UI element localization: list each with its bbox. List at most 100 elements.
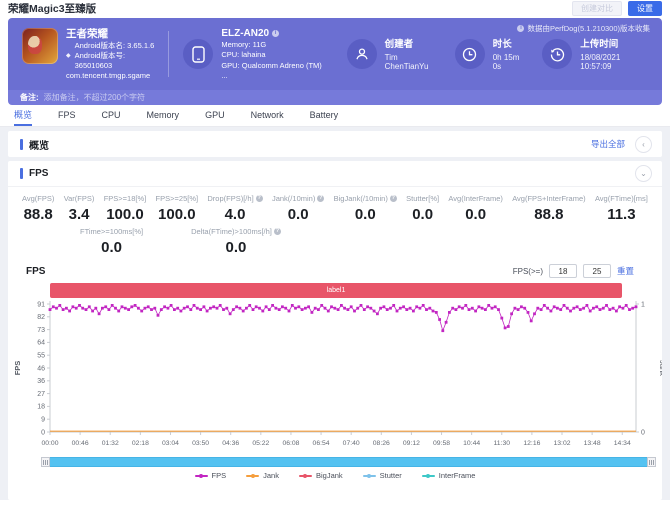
overview-title: 概览	[29, 137, 49, 152]
fps-chart[interactable]: 0918273646556473829101FPSJank00:0000:460…	[8, 298, 662, 456]
svg-text:00:00: 00:00	[41, 440, 58, 447]
legend-marker	[422, 475, 435, 477]
svg-text:07:40: 07:40	[343, 440, 360, 447]
svg-text:18: 18	[37, 404, 45, 411]
svg-text:0: 0	[41, 429, 45, 436]
stat-delta-ftime-100ms-h-: Delta(FTime)>100ms[/h]?0.0	[191, 227, 281, 256]
help-icon[interactable]: ?	[317, 195, 324, 202]
version-icon: ◆	[66, 51, 71, 61]
stat-label: Avg(FPS)	[22, 194, 54, 203]
help-icon[interactable]: ?	[274, 228, 281, 235]
notes-label: 备注:	[20, 92, 39, 103]
app-name: 王者荣耀	[66, 28, 164, 41]
fps-threshold-input-2[interactable]	[583, 264, 611, 278]
legend-item-jank[interactable]: Jank	[246, 471, 279, 480]
stat-label: Stutter[%]	[406, 194, 439, 203]
help-icon[interactable]: ?	[256, 195, 263, 202]
help-icon[interactable]: ?	[390, 195, 397, 202]
stat-value: 0.0	[288, 206, 309, 223]
svg-text:03:50: 03:50	[192, 440, 209, 447]
chart-title: FPS	[26, 266, 45, 277]
app-version-code: Android版本号: 365010603	[75, 51, 165, 71]
stat-fps-18-: FPS>=18[%]100.0	[104, 194, 147, 223]
legend-label: BigJank	[316, 471, 343, 480]
creator-info: 创建者 Tim ChenTianYu	[347, 38, 439, 71]
stat-value: 3.4	[69, 206, 90, 223]
stat-stutter-: Stutter[%]0.0	[406, 194, 439, 223]
svg-text:06:08: 06:08	[282, 440, 299, 447]
stat-avg-fps-: Avg(FPS) 88.8	[22, 194, 54, 223]
svg-text:09:12: 09:12	[403, 440, 420, 447]
stat-label: FPS>=25[%]	[156, 194, 199, 203]
legend-item-interframe[interactable]: InterFrame	[422, 471, 476, 480]
stat-avg-fps-interframe-: Avg(FPS+InterFrame)88.8	[512, 194, 585, 223]
session-header: i 数据由PerfDog(5.1.210300)版本收集 王者荣耀 ◆ Andr…	[8, 18, 662, 90]
svg-text:10:44: 10:44	[463, 440, 480, 447]
tab-fps[interactable]: FPS	[58, 105, 76, 126]
stat-var-fps-: Var(FPS)3.4	[64, 194, 95, 223]
legend-marker	[195, 475, 208, 477]
stat-value: 4.0	[225, 206, 246, 223]
legend-label: InterFrame	[439, 471, 476, 480]
overview-title-row: 概览	[20, 137, 49, 152]
legend-item-fps[interactable]: FPS	[195, 471, 227, 480]
legend-marker	[299, 475, 312, 477]
y-axis-label-left: FPS	[13, 361, 22, 376]
fps-threshold-input-1[interactable]	[549, 264, 577, 278]
svg-text:05:22: 05:22	[252, 440, 269, 447]
tab-概览[interactable]: 概览	[14, 105, 32, 126]
svg-text:12:16: 12:16	[523, 440, 540, 447]
tab-gpu[interactable]: GPU	[205, 105, 225, 126]
zoom-range[interactable]	[50, 457, 647, 467]
svg-text:55: 55	[37, 353, 45, 360]
export-all-link[interactable]: 导出全部	[591, 138, 625, 150]
fps-stats-row2: FTime>=100ms[%]0.0Delta(FTime)>100ms[/h]…	[8, 223, 662, 258]
tab-memory[interactable]: Memory	[147, 105, 180, 126]
legend-marker	[363, 475, 376, 477]
svg-text:08:26: 08:26	[373, 440, 390, 447]
notes-placeholder: 添加备注，不超过200个字符	[44, 92, 145, 103]
stat-avg-ftime-ms-: Avg(FTime)[ms]11.3	[595, 194, 648, 223]
history-clock-icon	[542, 39, 572, 69]
info-icon: i	[517, 25, 524, 32]
fps-chart-svg: 0918273646556473829101FPSJank00:0000:460…	[8, 298, 662, 456]
svg-text:46: 46	[37, 365, 45, 372]
stat-label: Jank(/10min)?	[272, 194, 324, 203]
fps-title: FPS	[29, 168, 48, 179]
legend-label: FPS	[212, 471, 227, 480]
svg-text:91: 91	[37, 301, 45, 308]
legend-item-stutter[interactable]: Stutter	[363, 471, 402, 480]
fps-filter-label: FPS(>=)	[513, 267, 543, 276]
device-cpu: CPU: lahaina	[221, 50, 322, 61]
tab-cpu[interactable]: CPU	[102, 105, 121, 126]
fps-section-header: FPS ⌄	[8, 161, 662, 187]
stat-label: Drop(FPS)[/h]?	[207, 194, 262, 203]
legend-item-bigjank[interactable]: BigJank	[299, 471, 343, 480]
stat-value: 88.8	[24, 206, 53, 223]
svg-text:09:58: 09:58	[433, 440, 450, 447]
stat-value: 0.0	[355, 206, 376, 223]
fps-stats-row1: Avg(FPS) 88.8 Var(FPS)3.4 FPS>=18[%]100.0 FP…	[8, 187, 662, 223]
stat-label: Avg(InterFrame)	[448, 194, 502, 203]
svg-text:73: 73	[37, 327, 45, 334]
collapse-left-icon[interactable]: ‹	[635, 136, 652, 153]
settings-button[interactable]: 设置	[628, 1, 662, 16]
collapse-down-icon[interactable]: ⌄	[635, 165, 652, 182]
stat-label: FTime>=100ms[%]	[80, 227, 143, 236]
zoom-handle-right[interactable]	[647, 457, 656, 467]
label1-marker-bar[interactable]: label1	[50, 283, 622, 298]
tab-battery[interactable]: Battery	[310, 105, 339, 126]
reset-link[interactable]: 重置	[617, 265, 634, 277]
legend-label: Stutter	[380, 471, 402, 480]
compare-button[interactable]: 创建对比	[572, 1, 622, 16]
upload-value: 18/08/2021 10:57:09	[580, 53, 648, 71]
fps-threshold-filter: FPS(>=) 重置	[513, 264, 634, 278]
notes-input[interactable]: 备注: 添加备注，不超过200个字符	[8, 90, 662, 105]
device-info-icon[interactable]: i	[272, 30, 279, 37]
zoom-handle-left[interactable]	[41, 457, 50, 467]
device-memory: Memory: 11G	[221, 40, 322, 51]
svg-text:04:36: 04:36	[222, 440, 239, 447]
collect-note: i 数据由PerfDog(5.1.210300)版本收集	[517, 23, 650, 34]
tab-network[interactable]: Network	[251, 105, 284, 126]
chart-zoom-scrollbar[interactable]	[41, 457, 656, 467]
